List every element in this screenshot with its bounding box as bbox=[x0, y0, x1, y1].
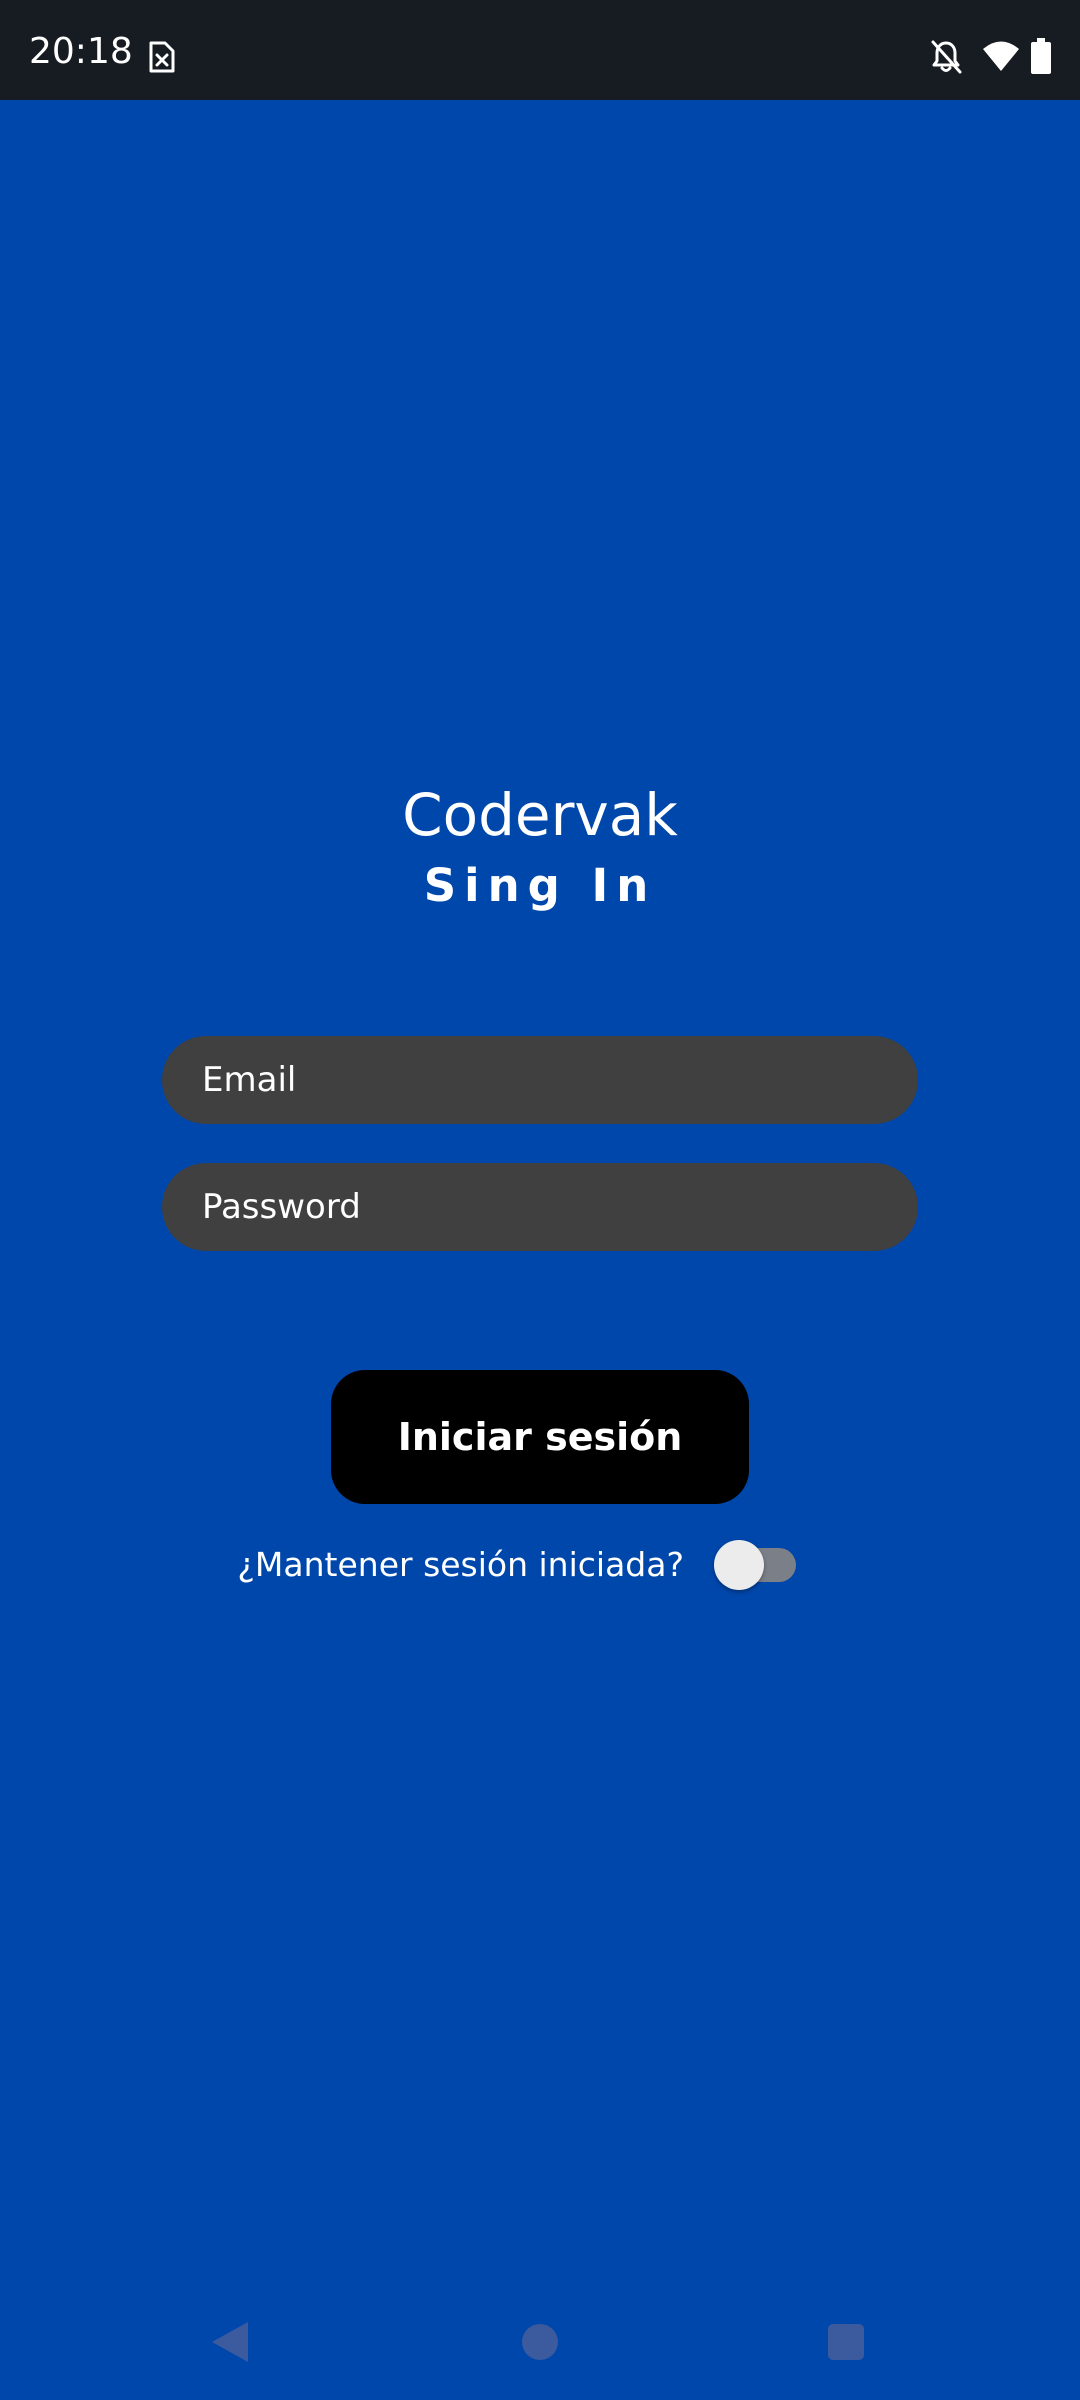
page-title: Sing In bbox=[423, 859, 657, 912]
status-bar: 20:18 bbox=[0, 0, 1080, 100]
password-field[interactable] bbox=[162, 1163, 918, 1251]
sim-card-missing-icon bbox=[149, 41, 175, 73]
toggle-thumb bbox=[714, 1540, 764, 1590]
battery-icon bbox=[1031, 38, 1051, 74]
app-name: Codervak bbox=[402, 781, 678, 849]
login-button[interactable]: Iniciar sesión bbox=[331, 1370, 749, 1504]
wifi-icon bbox=[983, 41, 1019, 71]
remember-session-toggle[interactable] bbox=[714, 1540, 798, 1590]
status-time: 20:18 bbox=[29, 31, 133, 72]
notifications-off-icon bbox=[931, 40, 962, 74]
email-field[interactable] bbox=[162, 1036, 918, 1124]
recents-icon[interactable] bbox=[828, 2324, 864, 2360]
remember-session-label: ¿Mantener sesión iniciada? bbox=[237, 1545, 684, 1584]
home-icon[interactable] bbox=[522, 2324, 558, 2360]
navigation-bar bbox=[0, 2292, 1080, 2400]
back-icon[interactable] bbox=[212, 2322, 248, 2362]
